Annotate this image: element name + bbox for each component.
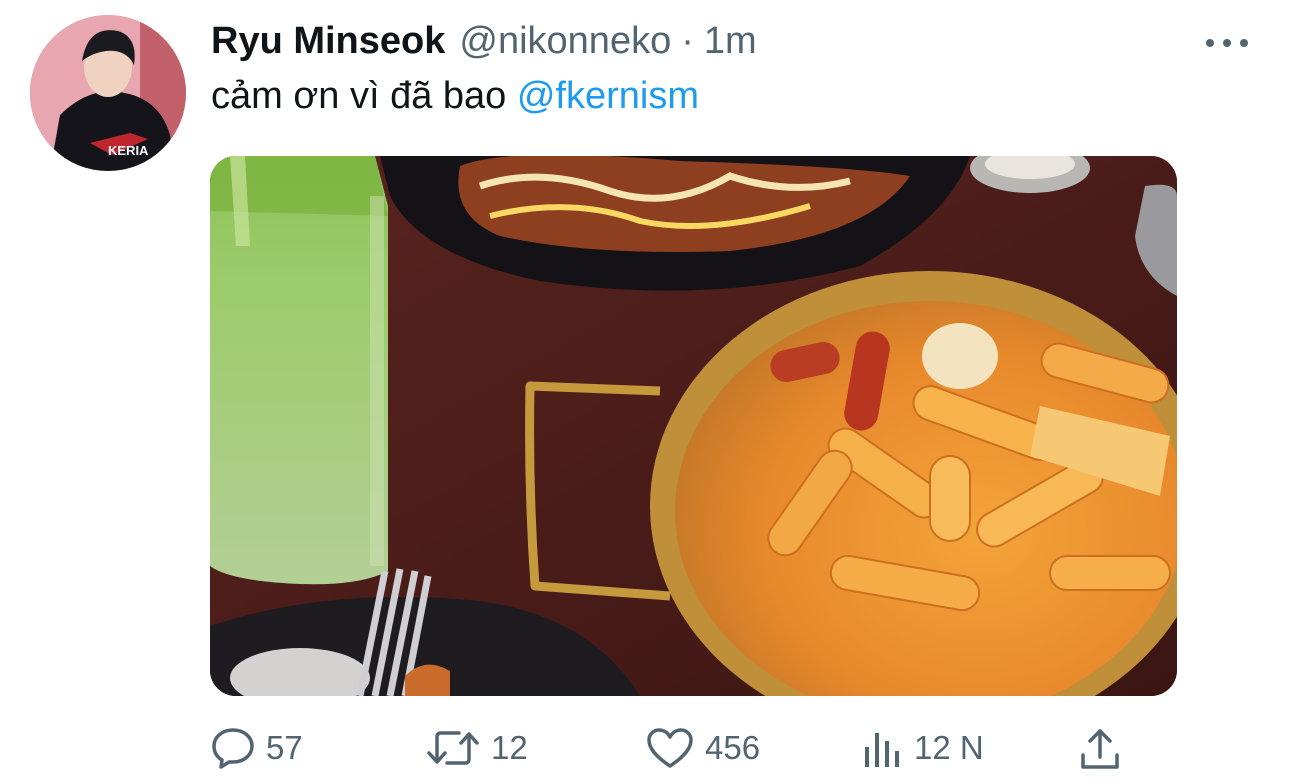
views-count: 12 N <box>914 729 984 766</box>
reply-count: 57 <box>266 729 303 766</box>
like-count: 456 <box>705 729 761 766</box>
mention-link[interactable]: @fkernism <box>517 75 699 117</box>
heart-icon <box>647 728 693 768</box>
like-button[interactable]: 456 <box>645 720 760 776</box>
share-upload-icon <box>1081 729 1119 769</box>
views-button[interactable]: 12 N <box>862 720 984 776</box>
share-button[interactable] <box>1078 720 1122 776</box>
author-handle[interactable]: @nikonneko <box>459 18 671 64</box>
tweet-time[interactable]: 1m <box>704 18 757 64</box>
more-dots-icon[interactable] <box>1206 36 1248 50</box>
retweet-button[interactable]: 12 <box>425 720 528 776</box>
views-bar-chart-icon <box>865 733 899 767</box>
reply-bubble-icon <box>212 728 254 769</box>
tweet-text-body: cảm ơn vì đã bao <box>211 75 517 117</box>
author-avatar[interactable]: KERIA <box>30 15 186 171</box>
tweet-actions-bar: 57 12 456 12 N <box>210 720 1150 776</box>
retweet-count: 12 <box>491 729 528 766</box>
separator-dot: · <box>681 20 694 62</box>
tweet-text: cảm ơn vì đã bao @fkernism <box>211 73 699 119</box>
tweet-header: Ryu Minseok @nikonneko · 1m <box>211 18 757 64</box>
retweet-icon <box>427 731 479 765</box>
tweet-media-photo[interactable] <box>210 156 1177 696</box>
author-name[interactable]: Ryu Minseok <box>211 18 445 64</box>
avatar-jersey-text: KERIA <box>108 143 149 158</box>
reply-button[interactable]: 57 <box>210 720 303 776</box>
